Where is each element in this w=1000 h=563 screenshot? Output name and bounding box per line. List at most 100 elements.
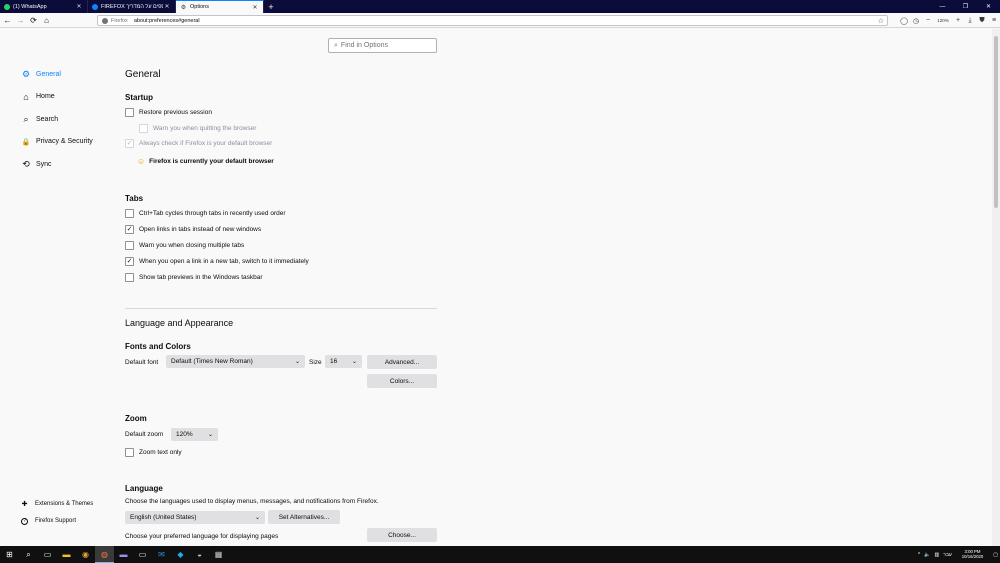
language-appearance-heading: Language and Appearance: [125, 318, 234, 328]
sidebar-item-general[interactable]: ⚙ General: [20, 67, 110, 81]
terminal-icon[interactable]: ▭: [133, 546, 152, 563]
menu-icon[interactable]: ≡: [988, 17, 1000, 24]
default-zoom-label: Default zoom: [125, 431, 164, 438]
option-label: Open links in tabs instead of new window…: [139, 226, 262, 233]
warn-close-tabs-option[interactable]: Warn you when closing multiple tabs: [125, 241, 244, 250]
advanced-fonts-button[interactable]: Advanced...: [367, 355, 437, 369]
account-icon[interactable]: ◯: [898, 17, 910, 25]
new-tab-button[interactable]: +: [264, 0, 278, 13]
sidebar-item-home[interactable]: ⌂ Home: [20, 90, 110, 104]
tabs-heading: Tabs: [125, 194, 144, 203]
close-icon[interactable]: ✕: [75, 3, 83, 10]
fonts-colors-heading: Fonts and Colors: [125, 342, 191, 351]
select-value: 120%: [176, 431, 193, 438]
firefox-icon[interactable]: ◍: [95, 546, 114, 563]
tab-whatsapp[interactable]: (1) WhatsApp ✕: [0, 0, 88, 13]
clock[interactable]: 3:00 PM 10/16/2020: [954, 549, 992, 559]
app2-icon[interactable]: ◒: [190, 546, 209, 563]
close-icon[interactable]: ✕: [251, 4, 259, 11]
lock-icon: 🔒: [21, 138, 31, 146]
choose-language-button[interactable]: Choose...: [367, 528, 437, 542]
volume-icon[interactable]: 🔈: [922, 552, 932, 558]
zoom-level[interactable]: 120%: [934, 18, 952, 23]
outlook-icon[interactable]: ✉: [152, 546, 171, 563]
chevron-down-icon: ⌄: [254, 515, 260, 521]
close-window-button[interactable]: ✕: [977, 0, 1000, 13]
gear-icon: ⚙: [21, 68, 31, 79]
sidebar-footer: ✚ Extensions & Themes ? Firefox Support: [20, 499, 93, 533]
checkbox: ✓: [125, 139, 134, 148]
scrollbar-thumb[interactable]: [994, 36, 998, 208]
shield-icon[interactable]: ⛊: [976, 17, 988, 25]
restore-button[interactable]: ❐: [954, 0, 977, 13]
checkbox[interactable]: [125, 108, 134, 117]
restore-session-option[interactable]: Restore previous session: [125, 108, 212, 117]
firefox-identity-icon: [102, 17, 108, 24]
default-font-select[interactable]: Default (Times New Roman) ⌄: [166, 355, 305, 368]
sidebar-item-label: Privacy & Security: [36, 138, 93, 145]
bookmark-star-icon[interactable]: ☆: [878, 17, 884, 25]
help-icon: ?: [21, 517, 28, 525]
open-links-tabs-option[interactable]: ✓ Open links in tabs instead of new wind…: [125, 225, 261, 234]
downloads-icon[interactable]: ⤓: [964, 17, 976, 25]
search-input[interactable]: ⌕ Find in Options: [328, 38, 437, 53]
sidebar-item-sync[interactable]: ⟲ Sync: [20, 157, 110, 171]
close-icon[interactable]: ✕: [163, 3, 171, 10]
back-button[interactable]: ←: [2, 15, 13, 26]
navigation-toolbar: ← → ⟳ ⌂ Firefox about:preferences#genera…: [0, 13, 1000, 28]
default-font-label: Default font: [125, 359, 159, 366]
globe-icon: [92, 3, 98, 10]
tab-title: (1) WhatsApp: [13, 3, 47, 10]
file-explorer-icon[interactable]: ▬: [57, 546, 76, 563]
sidebar-item-search[interactable]: ⌕ Search: [20, 112, 110, 126]
categories-sidebar: ⚙ General ⌂ Home ⌕ Search 🔒 Privacy & Se…: [20, 67, 110, 180]
warn-quit-option: Warn you when quitting the browser: [139, 124, 256, 133]
chrome-icon[interactable]: ◉: [76, 546, 95, 563]
app-icon[interactable]: ▬: [114, 546, 133, 563]
calculator-icon[interactable]: ▦: [209, 546, 228, 563]
gear-icon: ⚙: [180, 4, 187, 11]
minimize-button[interactable]: —: [931, 0, 954, 13]
checkbox[interactable]: [125, 241, 134, 250]
firefox-support-link[interactable]: ? Firefox Support: [20, 516, 93, 526]
option-label: Always check if Firefox is your default …: [139, 140, 273, 147]
checkbox[interactable]: ✓: [125, 225, 134, 234]
search-placeholder: Find in Options: [340, 42, 389, 49]
zoom-text-only-option[interactable]: Zoom text only: [125, 448, 182, 457]
home-button[interactable]: ⌂: [41, 15, 52, 26]
input-language[interactable]: עבר: [941, 552, 954, 558]
search-icon[interactable]: ⌕: [19, 546, 38, 563]
forward-button[interactable]: →: [15, 15, 26, 26]
url-bar[interactable]: Firefox about:preferences#general ☆: [97, 15, 888, 26]
zoom-out-button[interactable]: −: [922, 17, 934, 24]
reload-button[interactable]: ⟳: [28, 15, 39, 26]
vscode-icon[interactable]: ◆: [171, 546, 190, 563]
checkbox[interactable]: [125, 209, 134, 218]
network-icon[interactable]: ▥: [932, 552, 941, 558]
ui-language-select[interactable]: English (United States) ⌄: [125, 511, 265, 524]
start-icon[interactable]: ⊞: [0, 546, 19, 563]
vertical-scrollbar[interactable]: [992, 29, 1000, 546]
notification-icon[interactable]: ▢: [991, 552, 1000, 558]
extensions-themes-link[interactable]: ✚ Extensions & Themes: [20, 499, 94, 509]
zoom-in-button[interactable]: +: [952, 17, 964, 24]
tab-guide[interactable]: FIREFOX ב תוספים על המדריך ✕: [88, 0, 176, 13]
switch-new-tab-option[interactable]: ✓ When you open a link in a new tab, swi…: [125, 257, 309, 266]
task-view-icon[interactable]: ▭: [38, 546, 57, 563]
set-alternatives-button[interactable]: Set Alternatives...: [268, 510, 340, 524]
checkbox[interactable]: [125, 273, 134, 282]
sidebar-item-privacy[interactable]: 🔒 Privacy & Security: [20, 135, 110, 149]
sidebar-item-label: Sync: [36, 160, 52, 168]
tab-title: Options: [190, 4, 209, 10]
colors-button[interactable]: Colors...: [367, 374, 437, 388]
toolbar-right: ◯ ◷ − 120% + ⤓ ⛊ ≡: [898, 13, 1000, 28]
checkbox[interactable]: ✓: [125, 257, 134, 266]
history-icon[interactable]: ◷: [910, 17, 922, 25]
font-size-select[interactable]: 16 ⌄: [325, 355, 362, 368]
ctrl-tab-option[interactable]: Ctrl+Tab cycles through tabs in recently…: [125, 209, 286, 218]
windows-taskbar: ⊞ ⌕ ▭ ▬ ◉ ◍ ▬ ▭ ✉ ◆ ◒ ▦ ^ 🔈 ▥ עבר 3:00 P…: [0, 546, 1000, 563]
tab-previews-option[interactable]: Show tab previews in the Windows taskbar: [125, 273, 263, 282]
checkbox[interactable]: [125, 448, 134, 457]
default-zoom-select[interactable]: 120% ⌄: [171, 428, 218, 441]
tab-options[interactable]: ⚙ Options ✕: [176, 0, 264, 13]
